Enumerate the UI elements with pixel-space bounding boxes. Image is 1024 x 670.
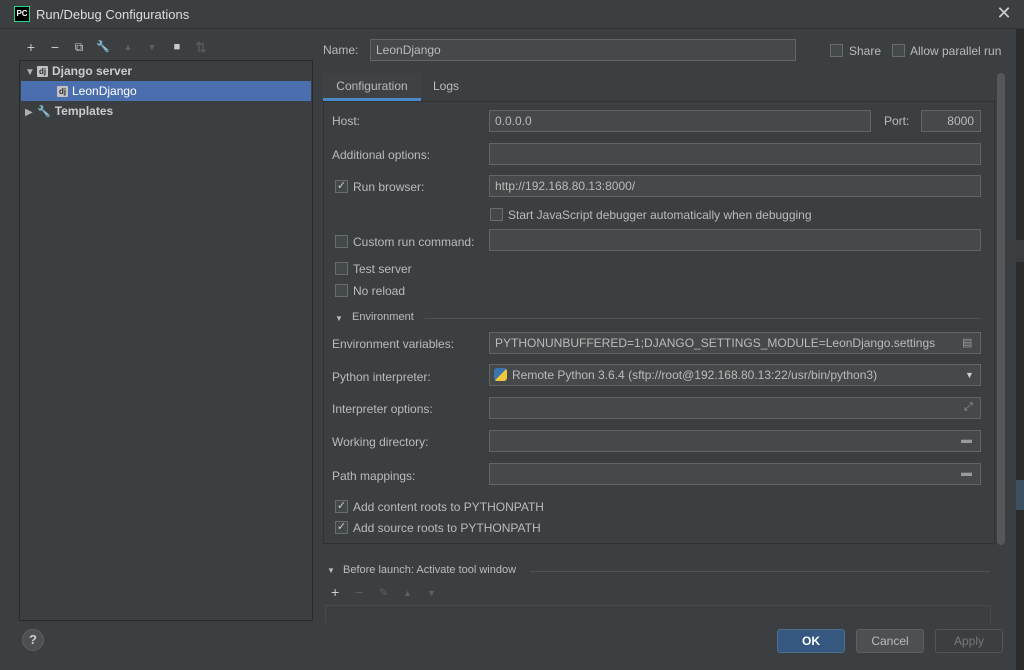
expand-icon[interactable]: ⤢ — [964, 401, 973, 414]
wrench-icon: 🔧 — [37, 106, 51, 118]
section-collapse-icon[interactable]: ▼ — [335, 314, 343, 323]
additional-options-field[interactable] — [489, 143, 981, 165]
test-server-label: Test server — [353, 262, 412, 276]
host-field[interactable]: 0.0.0.0 — [489, 110, 871, 132]
remove-icon[interactable]: − — [45, 37, 65, 57]
host-label: Host: — [332, 114, 361, 128]
edit-icon[interactable]: ✎ — [379, 586, 388, 599]
tree-item-label: LeonDjango — [72, 84, 137, 98]
path-mappings-label: Path mappings: — [332, 469, 416, 483]
section-collapse-icon[interactable]: ▼ — [327, 566, 335, 575]
scrollbar[interactable] — [997, 73, 1005, 545]
interpreter-options-label: Interpreter options: — [332, 402, 433, 416]
move-up-icon[interactable]: ▲ — [118, 37, 138, 57]
python-icon — [494, 368, 507, 381]
env-vars-field[interactable]: PYTHONUNBUFFERED=1;DJANGO_SETTINGS_MODUL… — [489, 332, 981, 354]
allow-parallel-checkbox[interactable] — [892, 44, 905, 57]
additional-options-label: Additional options: — [332, 148, 431, 162]
configurations-toolbar: + − ⧉ 🔧 ▲ ▼ ■ ⇅ — [19, 37, 313, 59]
source-roots-label: Add source roots to PYTHONPATH — [353, 521, 541, 535]
js-debugger-checkbox[interactable] — [490, 208, 503, 221]
tree-group-templates[interactable]: ▶ 🔧 Templates — [21, 101, 311, 121]
environment-section-title: Environment — [352, 311, 414, 323]
move-up-icon[interactable]: ▲ — [403, 588, 412, 598]
share-label: Share — [849, 44, 882, 58]
before-launch-list — [325, 605, 991, 623]
share-checkbox[interactable] — [830, 44, 843, 57]
run-browser-url-field[interactable]: http://192.168.80.13:8000/ — [489, 175, 981, 197]
python-interpreter-label: Python interpreter: — [332, 370, 431, 384]
custom-run-label: Custom run command: — [353, 235, 475, 249]
help-button[interactable]: ? — [22, 629, 44, 651]
python-interpreter-select[interactable]: Remote Python 3.6.4 (sftp://root@192.168… — [489, 364, 981, 386]
window-title: Run/Debug Configurations — [36, 7, 190, 22]
content-roots-checkbox[interactable]: ✓ — [335, 500, 348, 513]
remove-icon[interactable]: − — [355, 584, 363, 600]
background-edge-marker — [1016, 240, 1024, 262]
django-icon: dj — [57, 86, 68, 98]
browse-list-icon[interactable]: ▤ — [962, 336, 972, 349]
no-reload-checkbox[interactable] — [335, 284, 348, 297]
expanded-arrow-icon[interactable]: ▼ — [25, 63, 37, 83]
name-field[interactable]: LeonDjango — [370, 39, 796, 61]
close-icon[interactable]: ✕ — [994, 3, 1014, 23]
tree-group-label: Templates — [54, 104, 114, 118]
interpreter-options-field[interactable] — [489, 397, 981, 419]
run-browser-label: Run browser: — [353, 180, 425, 194]
folder-add-icon[interactable]: ■ — [167, 37, 187, 57]
django-icon: dj — [37, 66, 48, 78]
custom-run-field[interactable] — [489, 229, 981, 251]
copy-icon[interactable]: ⧉ — [69, 37, 89, 57]
tab-configuration[interactable]: Configuration — [323, 73, 421, 101]
before-launch-title: Before launch: Activate tool window — [343, 564, 517, 576]
apply-button[interactable]: Apply — [935, 629, 1003, 653]
source-roots-checkbox[interactable]: ✓ — [335, 521, 348, 534]
tab-logs[interactable]: Logs — [433, 73, 463, 101]
cancel-button[interactable]: Cancel — [856, 629, 924, 653]
name-label: Name: — [323, 43, 359, 57]
folder-icon[interactable]: ▬ — [961, 467, 972, 479]
js-debugger-label: Start JavaScript debugger automatically … — [508, 208, 812, 222]
move-down-icon[interactable]: ▼ — [142, 37, 162, 57]
run-browser-checkbox[interactable]: ✓ — [335, 180, 348, 193]
custom-run-checkbox[interactable] — [335, 235, 348, 248]
tree-item-leondjango[interactable]: dj LeonDjango — [21, 81, 311, 101]
content-roots-label: Add content roots to PYTHONPATH — [353, 500, 544, 514]
port-field[interactable]: 8000 — [921, 110, 981, 132]
sort-icon[interactable]: ⇅ — [191, 37, 211, 57]
allow-parallel-label: Allow parallel run — [910, 44, 1002, 58]
add-icon[interactable]: + — [21, 37, 41, 57]
add-icon[interactable]: + — [331, 584, 339, 600]
pycharm-logo-icon: PC — [14, 6, 30, 22]
working-directory-label: Working directory: — [332, 435, 429, 449]
background-window-edge — [1016, 29, 1024, 670]
test-server-checkbox[interactable] — [335, 262, 348, 275]
path-mappings-field[interactable] — [489, 463, 981, 485]
folder-icon[interactable]: ▬ — [961, 434, 972, 446]
config-tabs: Configuration Logs — [323, 73, 995, 101]
section-divider — [425, 318, 981, 319]
chevron-down-icon[interactable]: ▼ — [965, 370, 974, 380]
section-divider — [530, 571, 990, 572]
move-down-icon[interactable]: ▼ — [427, 588, 436, 598]
env-vars-label: Environment variables: — [332, 337, 455, 351]
configurations-tree: ▼ dj Django server dj LeonDjango ▶ 🔧 Template… — [19, 60, 313, 621]
collapsed-arrow-icon[interactable]: ▶ — [25, 103, 37, 123]
tree-group-label: Django server — [52, 64, 133, 78]
port-label: Port: — [884, 114, 910, 128]
wrench-icon[interactable]: 🔧 — [93, 37, 113, 57]
ok-button[interactable]: OK — [777, 629, 845, 653]
tree-group-django-server[interactable]: ▼ dj Django server — [21, 61, 311, 81]
background-edge-marker — [1016, 480, 1024, 510]
working-directory-field[interactable] — [489, 430, 981, 452]
no-reload-label: No reload — [353, 284, 406, 298]
